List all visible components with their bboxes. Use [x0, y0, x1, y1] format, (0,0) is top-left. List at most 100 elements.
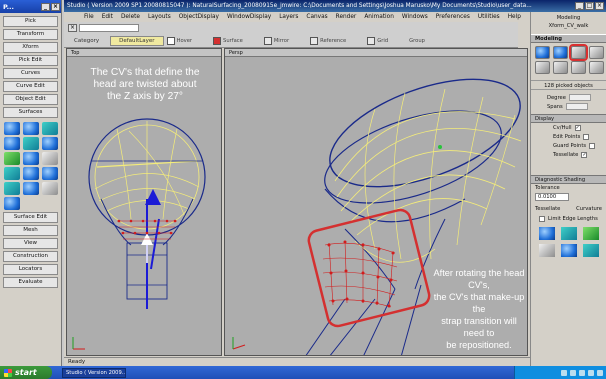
surface-tool-icon[interactable] — [4, 167, 20, 180]
section-display-header[interactable]: Display — [531, 114, 606, 123]
tray-icon[interactable] — [597, 369, 603, 376]
menu-canvas[interactable]: Canvas — [306, 14, 327, 20]
minimize-button[interactable]: _ — [575, 2, 584, 10]
menu-render[interactable]: Render — [336, 14, 357, 20]
shelf-item-mirror[interactable]: Mirror — [263, 36, 289, 45]
surface-tool-icon[interactable] — [4, 152, 20, 165]
palette-tab-transform[interactable]: Transform — [3, 29, 58, 40]
shelf-item-grid[interactable]: Grid — [367, 36, 388, 45]
surface-tool-icon[interactable] — [42, 182, 58, 195]
tolerance-input[interactable]: 0.0100 — [535, 193, 569, 201]
check-edit-points[interactable]: Edit Points — [531, 132, 606, 141]
palette-tab-pick[interactable]: Pick — [3, 16, 58, 27]
surface-tool-icon[interactable] — [23, 152, 39, 165]
taskbar-item-studio[interactable]: Studio ( Version 2009... — [62, 367, 126, 378]
checkbox-icon[interactable]: ✓ — [581, 151, 588, 158]
menu-preferences[interactable]: Preferences — [436, 14, 470, 20]
surface-tool-icon[interactable] — [4, 197, 20, 210]
menu-utilities[interactable]: Utilities — [478, 14, 500, 20]
palette-tab-locators[interactable]: Locators — [3, 264, 58, 275]
shelf-tab-category[interactable]: Category — [66, 36, 107, 46]
shelf-item-hover[interactable]: Hover — [166, 36, 192, 45]
palette-tab-surface-edit[interactable]: Surface Edit — [3, 212, 58, 223]
menu-delete[interactable]: Delete — [121, 14, 140, 20]
palette-minimize-button[interactable]: _ — [41, 2, 50, 11]
palette-tab-pick-edit[interactable]: Pick Edit — [3, 55, 58, 66]
shading-mode-icon[interactable] — [583, 244, 599, 257]
spans-field[interactable] — [565, 103, 588, 110]
shading-mode-icon[interactable] — [539, 227, 555, 240]
sphere-tool-icon[interactable] — [553, 46, 568, 59]
maximize-button[interactable]: □ — [585, 2, 594, 10]
menu-animation[interactable]: Animation — [364, 14, 394, 20]
surface-tool-icon[interactable] — [23, 137, 39, 150]
degree-field[interactable] — [568, 94, 591, 101]
checkbox-icon[interactable] — [539, 215, 545, 222]
menu-windowdisplay[interactable]: WindowDisplay — [227, 14, 271, 20]
check-cv-hull[interactable]: Cv/Hull ✓ — [531, 123, 606, 132]
menu-objectdisplay[interactable]: ObjectDisplay — [179, 14, 219, 20]
persp-viewport[interactable]: Persp After rotating the head CV's, the … — [224, 48, 528, 356]
menu-edit[interactable]: Edit — [102, 14, 113, 20]
palette-tab-xform[interactable]: Xform — [3, 42, 58, 53]
tray-icon[interactable] — [570, 369, 576, 376]
tray-icon[interactable] — [579, 369, 585, 376]
check-guard-points[interactable]: Guard Points — [531, 141, 606, 150]
surface-tool-icon[interactable] — [42, 167, 58, 180]
palette-tab-curves[interactable]: Curves — [3, 68, 58, 79]
palette-tab-surfaces[interactable]: Surfaces — [3, 107, 58, 118]
curvature-option[interactable]: Curvature — [576, 205, 602, 214]
curve-tool-icon[interactable] — [589, 61, 604, 74]
top-viewport[interactable]: Top The CV's that define the head are tw… — [66, 48, 222, 356]
surface-tool-icon[interactable] — [23, 182, 39, 195]
palette-tab-object-edit[interactable]: Object Edit — [3, 94, 58, 105]
palette-close-button[interactable]: × — [51, 2, 60, 11]
surface-tool-icon[interactable] — [4, 137, 20, 150]
start-button[interactable]: start — [0, 366, 52, 379]
checkbox-icon[interactable] — [583, 133, 590, 140]
shelf-close-icon[interactable]: × — [68, 24, 77, 32]
menu-file[interactable]: File — [84, 14, 94, 20]
checkbox-icon[interactable]: ✓ — [574, 124, 581, 131]
section-shading-header[interactable]: Diagnostic Shading — [531, 175, 606, 184]
tessellate-option[interactable]: Tessellate — [535, 205, 560, 214]
tray-icon[interactable] — [561, 369, 567, 376]
surface-tool-icon[interactable] — [23, 122, 39, 135]
shading-mode-icon[interactable] — [583, 227, 599, 240]
shading-mode-icon[interactable] — [539, 244, 555, 257]
window-titlebar[interactable]: Studio ( Version 2009 SP1 20080815047 ):… — [64, 0, 606, 12]
check-limit-edge[interactable]: Limit Edge Lengths — [531, 214, 606, 223]
close-button[interactable]: × — [595, 2, 604, 10]
curve-tool-icon[interactable] — [535, 61, 550, 74]
menu-layouts[interactable]: Layouts — [148, 14, 171, 20]
menu-windows[interactable]: Windows — [402, 14, 428, 20]
surface-tool-icon[interactable] — [23, 167, 39, 180]
surface-tool-icon[interactable] — [42, 152, 58, 165]
shelf-name-field[interactable] — [79, 24, 139, 32]
surface-tool-icon[interactable] — [4, 182, 20, 195]
tray-icon[interactable] — [588, 369, 594, 376]
menu-help[interactable]: Help — [508, 14, 521, 20]
palette-tab-view[interactable]: View — [3, 238, 58, 249]
curve-tool-icon[interactable] — [553, 61, 568, 74]
shading-mode-icon[interactable] — [561, 244, 577, 257]
surface-tool-icon[interactable] — [42, 122, 58, 135]
shelf-tab-default-layer[interactable]: DefaultLayer — [110, 35, 164, 46]
curve-tool-icon[interactable] — [571, 61, 586, 74]
mesh-tool-icon[interactable] — [589, 46, 604, 59]
surface-tool-icon[interactable] — [4, 122, 20, 135]
shelf-item-group[interactable]: Group — [409, 38, 425, 44]
xform-cv-icon[interactable] — [569, 44, 588, 61]
section-modeling-header[interactable]: Modeling — [531, 34, 606, 43]
palette-tab-curve-edit[interactable]: Curve Edit — [3, 81, 58, 92]
menu-layers[interactable]: Layers — [279, 14, 298, 20]
shelf-item-reference[interactable]: Reference — [310, 36, 346, 45]
palette-titlebar[interactable]: P... _ × — [0, 0, 61, 13]
sphere-tool-icon[interactable] — [535, 46, 550, 59]
check-tessellate[interactable]: Tessellate ✓ — [531, 150, 606, 159]
shelf-item-surface[interactable]: Surface — [213, 36, 243, 45]
palette-tab-mesh[interactable]: Mesh — [3, 225, 58, 236]
palette-tab-evaluate[interactable]: Evaluate — [3, 277, 58, 288]
palette-tab-construction[interactable]: Construction — [3, 251, 58, 262]
checkbox-icon[interactable] — [589, 142, 596, 149]
